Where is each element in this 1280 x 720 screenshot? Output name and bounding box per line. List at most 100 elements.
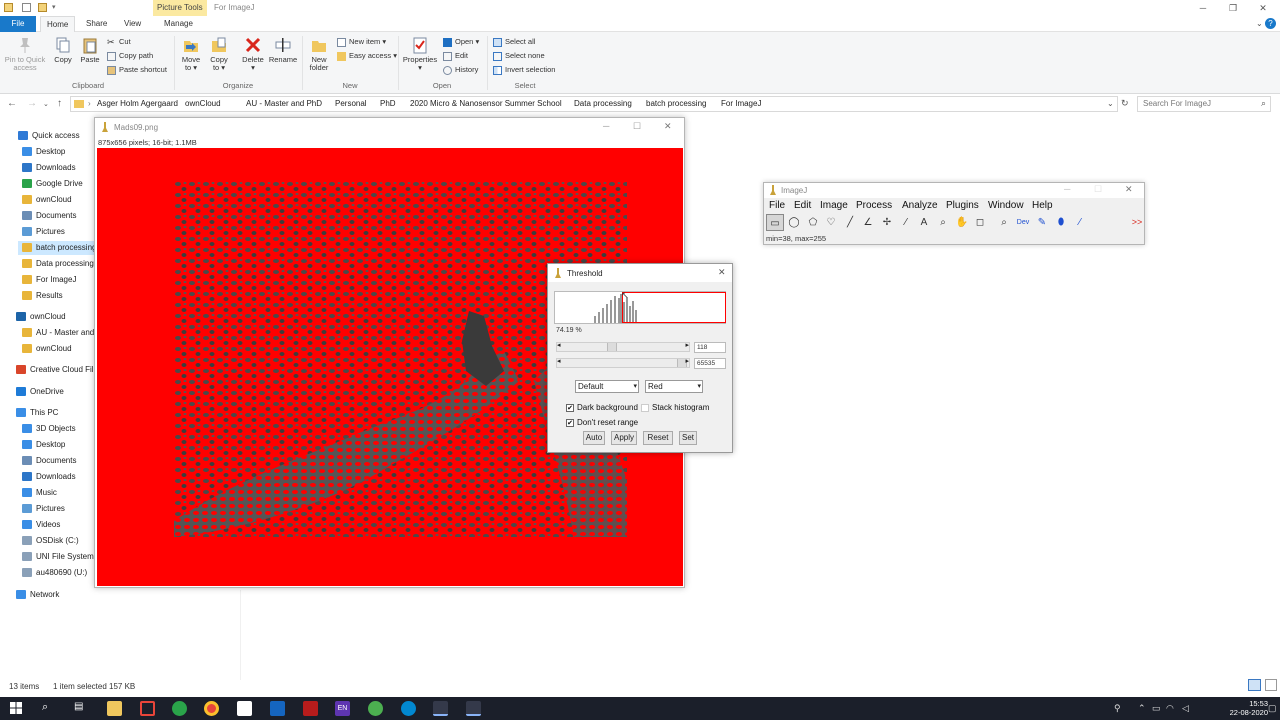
minimize-icon[interactable]: ─ [1188, 1, 1218, 15]
brush-tool-icon[interactable]: ⁄ [1071, 214, 1089, 231]
close-icon[interactable]: ✕ [664, 121, 672, 132]
help-icon[interactable]: ? [1265, 18, 1276, 29]
file-explorer-icon[interactable] [107, 701, 122, 716]
slider-right-arrow-icon[interactable]: ▸ [685, 357, 689, 365]
point-tool-icon[interactable]: ✢ [878, 214, 896, 231]
properties-icon[interactable] [22, 3, 31, 12]
chrome-icon[interactable] [204, 701, 219, 716]
nav-item-results[interactable]: Results [22, 289, 96, 303]
app-globe-icon[interactable] [368, 701, 383, 716]
slider-left-arrow-icon[interactable]: ◂ [557, 341, 561, 349]
nav-item-u-drive[interactable]: au480690 (U:) [22, 566, 96, 580]
windows-start-icon[interactable] [10, 702, 22, 714]
nav-item-3d-objects[interactable]: 3D Objects [22, 422, 96, 436]
pencil-tool-icon[interactable]: ✎ [1033, 214, 1051, 231]
new-folder-icon[interactable] [38, 3, 47, 12]
nav-item-batch-processing[interactable]: batch processing [18, 241, 96, 255]
threshold-title-bar[interactable]: Threshold ✕ [548, 264, 732, 282]
slider-right-arrow-icon[interactable]: ▸ [685, 341, 689, 349]
nav-item-owncloud-sub[interactable]: ownCloud [22, 342, 96, 356]
nav-item-pc-desktop[interactable]: Desktop [22, 438, 96, 452]
threshold-dialog[interactable]: Threshold ✕ ↖ 74.19 % ◂ ▸ 118 ◂ ▸ 65535 [547, 263, 733, 453]
minimize-icon[interactable]: ─ [603, 121, 609, 131]
nav-item-downloads[interactable]: Downloads [22, 161, 96, 175]
nav-item-pc-pictures[interactable]: Pictures [22, 502, 96, 516]
breadcrumb-item[interactable]: 2020 Micro & Nanosensor Summer School [410, 99, 562, 108]
color-picker-tool-icon[interactable]: ◻ [971, 214, 989, 231]
nav-item-pc-downloads[interactable]: Downloads [22, 470, 96, 484]
dont-reset-range-checkbox[interactable]: ✔ Don't reset range [566, 418, 638, 427]
new-folder-button[interactable]: New folder [306, 36, 332, 72]
polygon-tool-icon[interactable]: ⬠ [804, 214, 822, 231]
menu-window[interactable]: Window [988, 200, 1024, 211]
copy-button[interactable]: Copy [52, 36, 74, 64]
breadcrumb-item[interactable]: Asger Holm Agergaard [97, 99, 178, 108]
back-arrow-icon[interactable]: ← [7, 98, 17, 109]
apply-button[interactable]: Apply [611, 431, 637, 445]
edit-button[interactable]: Edit [443, 50, 468, 62]
network-tray-icon[interactable]: ▭ [1152, 703, 1161, 714]
skype-icon[interactable] [401, 701, 416, 716]
min-threshold-slider[interactable]: ◂ ▸ [556, 342, 690, 352]
wand-tool-icon[interactable]: ⁄ [897, 214, 915, 231]
developer-menu-icon[interactable]: Dev [1014, 214, 1032, 231]
search-input[interactable]: Search For ImageJ ⌕ [1137, 96, 1271, 112]
breadcrumb-item[interactable]: ownCloud [185, 99, 221, 108]
acrobat-icon[interactable] [303, 701, 318, 716]
zoom-tool-icon[interactable]: ⌕ [995, 214, 1013, 231]
nav-item-owncloud-root[interactable]: ownCloud [16, 310, 96, 324]
min-slider-thumb[interactable] [607, 343, 617, 351]
nav-item-pictures[interactable]: Pictures [22, 225, 96, 239]
close-icon[interactable]: ✕ [1248, 1, 1278, 15]
maximize-icon[interactable]: ☐ [1094, 184, 1102, 195]
minimize-icon[interactable]: ─ [1064, 184, 1070, 194]
app-green-icon[interactable] [172, 701, 187, 716]
menu-edit[interactable]: Edit [794, 200, 811, 211]
onenote-icon[interactable]: EN [335, 701, 350, 716]
nav-item-onedrive[interactable]: OneDrive [16, 385, 96, 399]
move-to-button[interactable]: Move to ▾ [179, 36, 203, 72]
nav-item-google-drive[interactable]: Google Drive [22, 177, 96, 191]
nav-item-owncloud[interactable]: ownCloud [22, 193, 96, 207]
nav-item-data-processing[interactable]: Data processing [22, 257, 96, 271]
clock[interactable]: 15:53 22-08-2020 [1230, 699, 1268, 717]
tab-file[interactable]: File [0, 16, 36, 32]
nav-item-this-pc[interactable]: This PC [16, 406, 96, 420]
hand-tool-icon[interactable]: ✋ [953, 214, 971, 231]
task-view-icon[interactable]: ▤ [74, 701, 83, 712]
max-threshold-value[interactable]: 65535 [694, 358, 726, 369]
recent-locations-chevron-icon[interactable]: ⌄ [43, 100, 49, 108]
rectangle-tool-icon[interactable]: ▭ [766, 214, 784, 231]
volume-icon[interactable]: ◁ [1182, 703, 1189, 714]
menu-help[interactable]: Help [1032, 200, 1053, 211]
details-view-icon[interactable] [1248, 679, 1261, 691]
imagej-main-window[interactable]: ImageJ ─ ☐ ✕ File Edit Image Process Ana… [763, 182, 1145, 245]
maximize-icon[interactable]: ❐ [1218, 1, 1248, 15]
breadcrumb-item[interactable]: Data processing [574, 99, 632, 108]
rename-button[interactable]: Rename [268, 36, 298, 64]
address-bar[interactable]: › Asger Holm Agergaard ownCloud AU - Mas… [70, 96, 1118, 112]
maximize-icon[interactable]: ☐ [633, 121, 641, 132]
nav-item-creative-cloud[interactable]: Creative Cloud File [16, 363, 96, 377]
paste-button[interactable]: Paste [79, 36, 101, 64]
app-taskbar-icon[interactable] [466, 701, 481, 716]
stack-histogram-checkbox[interactable]: Stack histogram [641, 403, 709, 412]
tab-share[interactable]: Share [80, 16, 113, 32]
reset-button[interactable]: Reset [643, 431, 673, 445]
nav-item-au-master[interactable]: AU - Master and [22, 326, 96, 340]
breadcrumb-item[interactable]: AU - Master and PhD [246, 99, 322, 108]
open-button[interactable]: Open ▾ [443, 36, 479, 48]
history-button[interactable]: History [443, 64, 478, 76]
outlook-icon[interactable] [270, 701, 285, 716]
display-mode-dropdown[interactable]: Red ▾ [645, 380, 703, 393]
address-dropdown-icon[interactable]: ⌄ [1107, 99, 1114, 108]
menu-analyze[interactable]: Analyze [902, 200, 938, 211]
imagej-title-bar[interactable]: ImageJ ─ ☐ ✕ [764, 183, 1144, 198]
properties-button[interactable]: Properties ▾ [402, 36, 438, 72]
breadcrumb-item[interactable]: Personal [335, 99, 367, 108]
oval-tool-icon[interactable]: ◯ [785, 214, 803, 231]
method-dropdown[interactable]: Default ▾ [575, 380, 639, 393]
line-tool-icon[interactable]: ╱ [841, 214, 859, 231]
easy-access-button[interactable]: Easy access ▾ [337, 50, 397, 62]
nav-item-videos[interactable]: Videos [22, 518, 96, 532]
